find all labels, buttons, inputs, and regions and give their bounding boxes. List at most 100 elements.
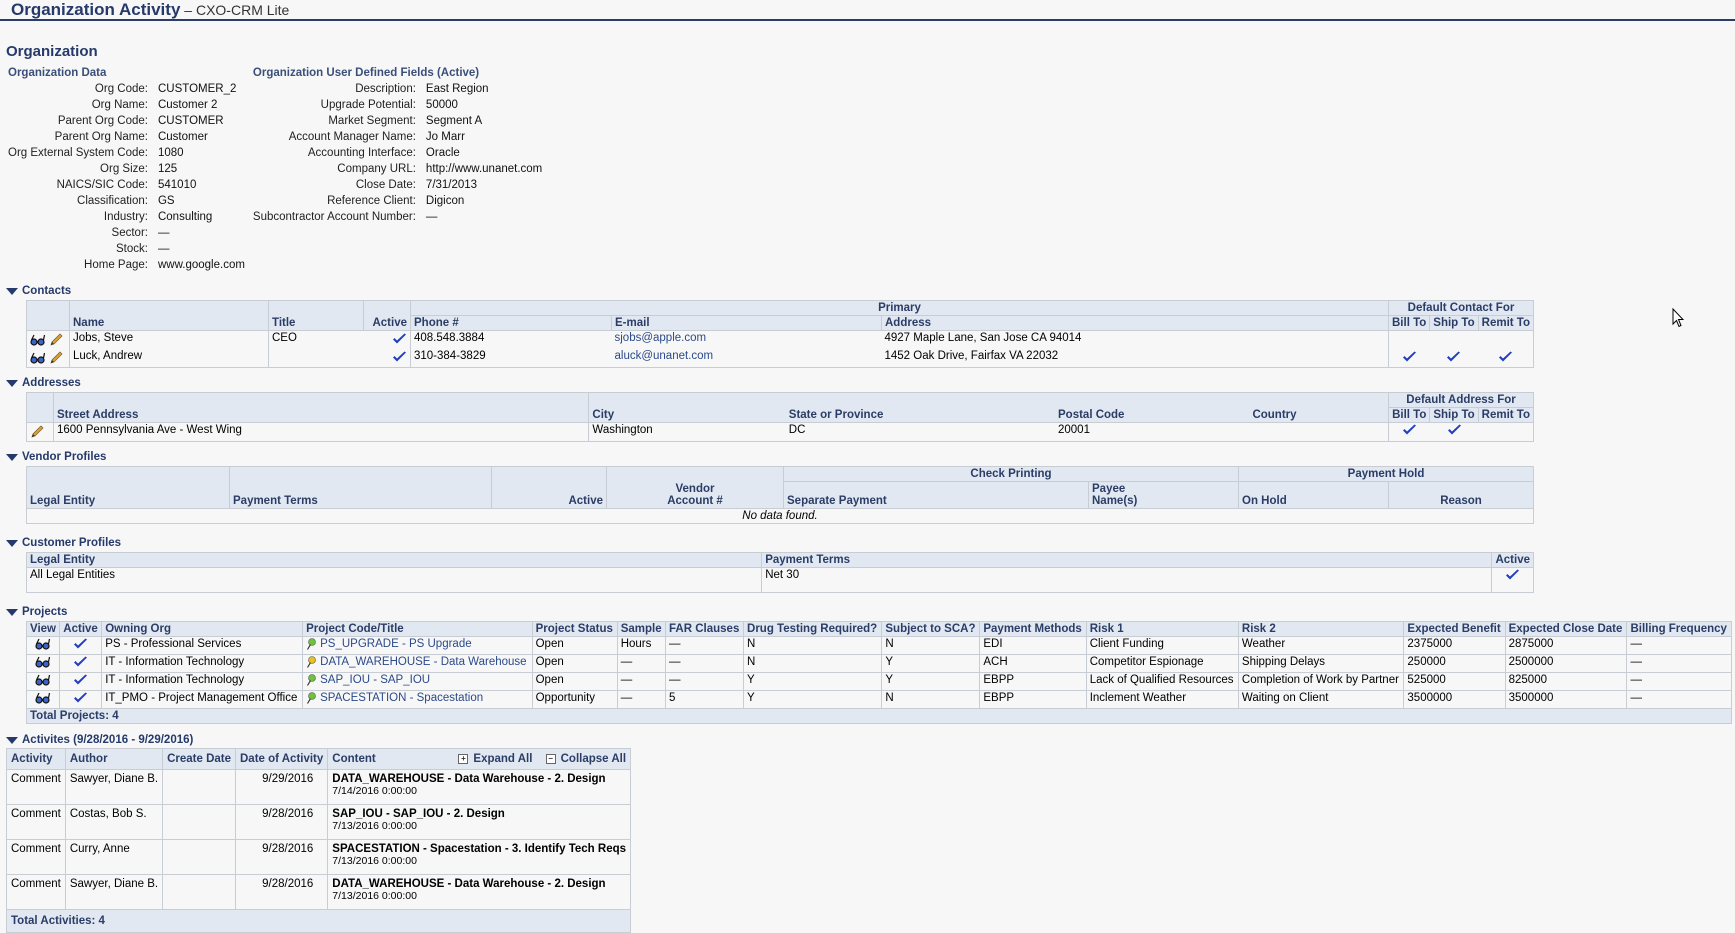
org-field-label: Org Size:: [100, 163, 148, 175]
udf-field-row: Upgrade Potential: 50000: [251, 97, 544, 113]
project-risk2: Waiting on Client: [1237, 690, 1405, 709]
project-code-link[interactable]: SAP_IOU - SAP_IOU: [302, 672, 533, 691]
project-view[interactable]: [25, 654, 61, 673]
organization-data-panel: Organization Data Org Code: CUSTOMER_2 Org…: [6, 66, 247, 273]
project-payment-methods: EBPP: [979, 690, 1087, 709]
org-field-row: Org Code: CUSTOMER_2: [6, 81, 247, 97]
edit-pencil-icon[interactable]: [49, 351, 63, 365]
activity-date: 9/28/2016: [234, 874, 329, 910]
app-name: – CXO-CRM Lite: [180, 2, 290, 18]
org-field-label: Sector:: [111, 227, 148, 239]
edit-pencil-icon[interactable]: [49, 333, 63, 347]
address-shipto: [1429, 422, 1479, 442]
customer-profiles-section-toggle[interactable]: Customer Profiles: [6, 537, 1735, 549]
checkmark-icon: [74, 656, 88, 667]
contacts-default-group-header: Default Contact For: [1388, 300, 1534, 316]
project-code-link[interactable]: SPACESTATION - Spacestation: [302, 690, 533, 709]
vendor-onhold-header: On Hold: [1238, 481, 1389, 509]
project-code-link[interactable]: DATA_WAREHOUSE - Data Warehouse: [302, 654, 533, 673]
address-actions: [26, 422, 54, 442]
udf-field-label: Reference Client:: [327, 195, 416, 207]
project-status: Open: [531, 654, 618, 673]
expand-all-link[interactable]: + Expand All: [458, 753, 532, 765]
udf-field-label: Close Date:: [355, 179, 416, 191]
activity-content-title: SPACESTATION - Spacestation - 3. Identif…: [332, 843, 627, 855]
activity-type: Comment: [6, 769, 66, 805]
project-far-clauses: —: [665, 654, 745, 673]
org-field-label: Classification:: [77, 195, 148, 207]
projects-subject-sca-header: Subject to SCA?: [881, 621, 981, 637]
project-expected-benefit: 2375000: [1403, 636, 1506, 655]
projects-active-header: Active: [59, 621, 103, 637]
udf-field-value: 50000: [425, 99, 458, 111]
project-view[interactable]: [25, 672, 61, 691]
org-field-value[interactable]: CUSTOMER_2: [156, 81, 247, 97]
checkmark-icon: [1447, 351, 1461, 362]
org-field-value: GS: [157, 195, 175, 207]
checkmark-icon: [393, 351, 406, 362]
view-glasses-icon[interactable]: [35, 638, 51, 650]
checkmark-icon: [1506, 569, 1520, 580]
project-far-clauses: 5: [665, 690, 745, 709]
contact-billto: [1387, 349, 1430, 368]
udf-field-value[interactable]: http://www.unanet.com: [424, 161, 544, 177]
vendor-profiles-section-toggle[interactable]: Vendor Profiles: [6, 451, 1735, 463]
project-view[interactable]: [25, 690, 61, 709]
activity-content-timestamp: 7/13/2016 0:00:00: [332, 890, 417, 902]
activity-create-date: [162, 769, 236, 805]
view-glasses-icon[interactable]: [35, 656, 51, 668]
vendor-legal-header: Legal Entity: [26, 466, 230, 509]
contact-active: [363, 330, 411, 349]
checkmark-icon: [74, 638, 88, 649]
addresses-section-toggle[interactable]: Addresses: [6, 377, 1735, 389]
org-field-value: CUSTOMER: [157, 115, 224, 127]
project-expected-close-date: 2500000: [1504, 654, 1628, 673]
collapse-all-link[interactable]: − Collapse All: [545, 753, 626, 765]
contacts-section-toggle[interactable]: Contacts: [6, 285, 1735, 297]
vendor-separate-payment-header: Separate Payment: [783, 481, 1089, 509]
activities-content-header: Content + Expand All − Collapse All: [327, 748, 632, 770]
project-far-clauses: —: [665, 672, 745, 691]
project-sample: —: [616, 690, 667, 709]
checkmark-icon: [1402, 351, 1416, 362]
contacts-active-header: Active: [363, 300, 411, 331]
collapse-triangle-icon: [6, 453, 18, 461]
contact-remitto: [1478, 330, 1535, 349]
project-code-link[interactable]: PS_UPGRADE - PS Upgrade: [302, 636, 533, 655]
contact-email[interactable]: aluck@unanet.com: [611, 349, 882, 368]
customer-profile-row: All Legal Entities Net 30: [25, 567, 1534, 593]
project-view[interactable]: [25, 636, 61, 655]
checkmark-icon: [74, 692, 88, 703]
project-owning-org: IT - Information Technology: [101, 654, 304, 673]
contacts-shipto-header: Ship To: [1429, 315, 1479, 331]
view-glasses-icon[interactable]: [35, 692, 51, 704]
contacts-heading: Contacts: [22, 285, 72, 297]
collapse-triangle-icon: [6, 539, 18, 547]
activity-content-timestamp: 7/13/2016 0:00:00: [332, 820, 417, 832]
activities-section-toggle[interactable]: Activites (9/28/2016 - 9/29/2016): [6, 734, 1735, 746]
activities-activity-header: Activity: [6, 748, 66, 770]
projects-expected-close-date-header: Expected Close Date: [1504, 621, 1628, 637]
org-field-value: —: [157, 243, 170, 255]
activities-total: Total Activities: 4: [5, 909, 632, 933]
project-status: Opportunity: [531, 690, 618, 709]
projects-project-code-header: Project Code/Title: [302, 621, 533, 637]
udf-field-label: Company URL:: [337, 163, 416, 175]
project-billing-frequency: —: [1626, 636, 1732, 655]
contact-title: CEO: [272, 332, 297, 344]
edit-pencil-icon[interactable]: [30, 425, 44, 439]
view-glasses-icon[interactable]: [30, 352, 46, 364]
contact-email[interactable]: sjobs@apple.com: [612, 331, 882, 350]
udf-field-value: Segment A: [425, 115, 483, 127]
organization-heading: Organization: [6, 43, 98, 60]
org-field-label: Stock:: [116, 243, 148, 255]
customer-profiles-table: Legal Entity Payment Terms Active All Le…: [25, 552, 1534, 593]
view-glasses-icon[interactable]: [35, 674, 51, 686]
org-field-value: Consulting: [157, 211, 213, 223]
address-state: DC: [785, 422, 1055, 442]
contacts-name-header: Name: [69, 300, 269, 331]
udf-field-row: Account Manager Name: Jo Marr: [251, 129, 544, 145]
collapse-triangle-icon: [6, 287, 18, 295]
view-glasses-icon[interactable]: [30, 334, 46, 346]
projects-section-toggle[interactable]: Projects: [6, 606, 1735, 618]
